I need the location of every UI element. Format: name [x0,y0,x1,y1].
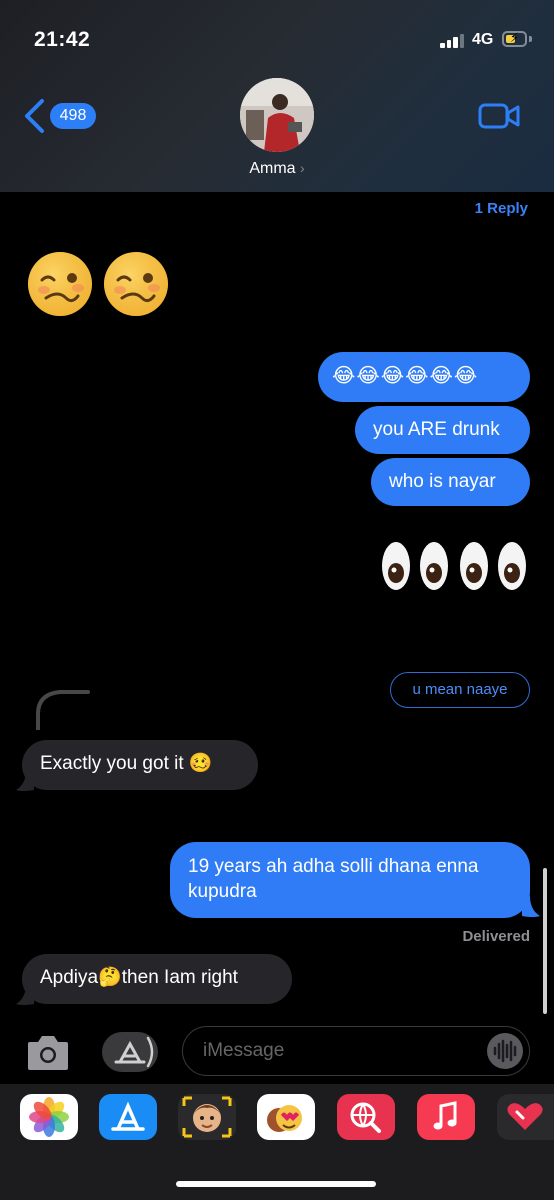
app-store-button[interactable] [102,1032,158,1072]
woozy-face-emoji [28,252,92,316]
contact-name[interactable]: Amma › [0,160,554,178]
sent-message[interactable]: who is nayar [371,458,530,506]
back-chevron-icon[interactable] [22,98,46,134]
audio-message-button[interactable] [487,1033,523,1069]
woozy-face-emoji [104,252,168,316]
chevron-right-icon: › [300,160,305,176]
message-input-bar: iMessage [0,1020,554,1084]
digital-touch-icon[interactable] [497,1094,554,1140]
home-indicator[interactable] [176,1181,376,1187]
battery-icon: ⚡ [502,30,527,47]
thinking-face-emoji: 🤔 [98,967,122,988]
received-message-text: Exactly you got it [40,753,184,774]
scrollbar[interactable] [543,868,547,1014]
bubble-tail [522,896,540,917]
status-time: 21:42 [34,28,91,51]
music-app-icon[interactable] [417,1094,475,1140]
cellular-signal-icon [440,34,466,48]
app-store-icon [114,1036,154,1068]
app-store-icon[interactable] [99,1094,157,1140]
conversation-header: 21:42 4G ⚡ 498 Amma › [0,0,554,192]
bubble-tail [16,770,34,791]
camera-icon[interactable] [24,1034,72,1072]
animoji-icon[interactable] [257,1094,315,1140]
unread-count-badge[interactable]: 498 [50,103,96,129]
imessage-input[interactable]: iMessage [182,1026,530,1076]
woozy-face-emoji: 🥴 [188,753,213,774]
sent-message[interactable]: you ARE drunk [355,406,530,454]
sent-message[interactable]: 19 years ah adha solli dhana enna kupudr… [170,842,530,918]
battery-tip [529,36,532,42]
reply-thread-line [36,690,90,730]
photos-app-icon[interactable] [20,1094,78,1140]
web-images-search-icon[interactable] [337,1094,395,1140]
sent-message-laugh[interactable]: 😂😂😂😂😂😂 [318,352,530,402]
facetime-video-icon[interactable] [478,101,520,131]
contact-name-text: Amma [249,160,296,177]
delivery-status: Delivered [462,928,530,945]
eyes-emoji [382,542,526,590]
waveform-icon [493,1039,517,1063]
bubble-tail [16,984,34,1005]
network-type: 4G [472,31,494,48]
received-message-text: Apdiya [40,967,99,988]
reply-quote-preview[interactable]: u mean naaye [390,672,530,708]
imessage-placeholder: iMessage [203,1040,285,1061]
received-message[interactable]: Apdiya🤔then Iam right [22,954,292,1004]
received-message-text: then Iam right [121,967,238,988]
memoji-stickers-icon[interactable] [178,1094,236,1140]
thread-reply-count[interactable]: 1 Reply [475,200,528,217]
contact-avatar[interactable] [240,78,314,152]
received-message[interactable]: Exactly you got it 🥴 [22,740,258,790]
